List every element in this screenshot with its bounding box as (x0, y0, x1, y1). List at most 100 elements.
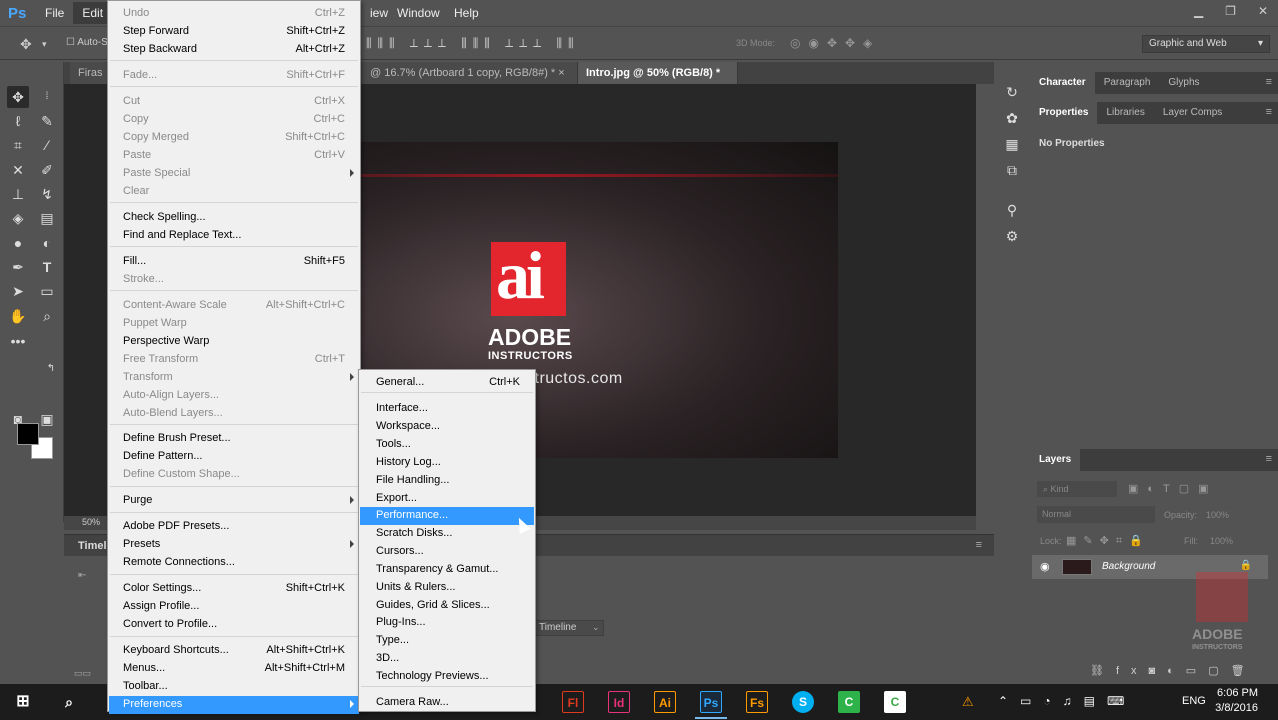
menu-item-paste-special[interactable]: Paste Special (109, 165, 359, 183)
menu-item-puppet-warp[interactable]: Puppet Warp (109, 315, 359, 333)
quick-select-tool-icon[interactable]: ✎ (36, 110, 58, 132)
foreground-color-swatch[interactable] (17, 423, 39, 445)
menu-item-adobe-pdf-presets[interactable]: Adobe PDF Presets... (109, 518, 359, 536)
rectangle-tool-icon[interactable]: ▭ (36, 280, 58, 302)
first-frame-icon[interactable]: ⇤ (78, 570, 86, 581)
menu-item-stroke[interactable]: Stroke... (109, 271, 359, 289)
workspace-select[interactable]: Graphic and Web ▾ (1142, 35, 1270, 53)
menu-item-keyboard-shortcuts[interactable]: Keyboard Shortcuts... Alt+Shift+Ctrl+K (109, 642, 359, 660)
zoom-level[interactable]: 50% (76, 516, 106, 528)
layer-action-icons[interactable]: ⛓fx◙◐▭▢🗑 (1090, 664, 1257, 677)
menu-item-copy[interactable]: Copy Ctrl+C (109, 111, 359, 129)
layer-name[interactable]: Background (1102, 561, 1155, 572)
tab-layer-comps[interactable]: Layer Comps (1154, 102, 1231, 124)
dodge-tool-icon[interactable]: ◐ (36, 232, 58, 254)
pref-item-units-rulers[interactable]: Units & Rulers... (360, 579, 534, 597)
artboard-tool-icon[interactable]: ⁞ (36, 86, 58, 108)
doc-tab-artboard[interactable]: @ 16.7% (Artboard 1 copy, RGB/8#) * × (362, 62, 578, 84)
menu-item-convert-to-profile[interactable]: Convert to Profile... (109, 616, 359, 634)
fill-value[interactable]: 100% (1210, 536, 1233, 546)
eraser-tool-icon[interactable]: ◈ (7, 207, 29, 229)
tab-properties[interactable]: Properties (1030, 102, 1098, 124)
pref-item-history-log[interactable]: History Log... (360, 454, 534, 472)
menu-item-step-backward[interactable]: Step Backward Alt+Ctrl+Z (109, 41, 359, 59)
color-wheel-icon[interactable]: ✿ (1002, 108, 1022, 128)
menu-item-clear[interactable]: Clear (109, 183, 359, 201)
lasso-tool-icon[interactable]: ℓ (7, 110, 29, 132)
pref-item-camera-raw[interactable]: Camera Raw... (360, 694, 534, 712)
panel-menu-icon[interactable]: ≡ (1266, 76, 1272, 88)
menu-item-purge[interactable]: Purge (109, 492, 359, 510)
language-indicator[interactable]: ENG (1182, 695, 1206, 707)
layer-kind-filter[interactable]: ⌕ Kind (1037, 481, 1117, 497)
menu-item-undo[interactable]: Undo Ctrl+Z (109, 5, 359, 23)
path-select-tool-icon[interactable]: ➤ (7, 280, 29, 302)
menu-item-define-pattern[interactable]: Define Pattern... (109, 448, 359, 466)
notification-alert-icon[interactable]: ⚠ (962, 694, 974, 710)
pref-item-3d[interactable]: 3D... (360, 650, 534, 668)
menu-help[interactable]: Help (445, 2, 488, 24)
minimize-icon[interactable]: ▁ (1194, 4, 1203, 18)
windows-start-icon[interactable]: ⊞ (12, 691, 34, 713)
pref-item-plug-ins[interactable]: Plug-Ins... (360, 614, 534, 632)
camtasia-recorder-app-icon[interactable]: C (884, 691, 906, 713)
chevron-down-icon[interactable]: ⌄ (592, 622, 600, 633)
doc-tab-firas[interactable]: Firas (70, 62, 110, 84)
doc-tab-intro[interactable]: Intro.jpg @ 50% (RGB/8) * × (578, 62, 738, 101)
brush-tool-icon[interactable]: ✐ (36, 159, 58, 181)
pref-item-type[interactable]: Type... (360, 632, 534, 650)
menu-item-copy-merged[interactable]: Copy Merged Shift+Ctrl+C (109, 129, 359, 147)
menu-item-paste[interactable]: Paste Ctrl+V (109, 147, 359, 165)
close-icon[interactable]: × (558, 67, 564, 79)
tab-character[interactable]: Character (1030, 72, 1095, 94)
menu-item-fill[interactable]: Fill... Shift+F5 (109, 253, 359, 271)
menu-item-preferences[interactable]: Preferences (109, 696, 359, 714)
crop-tool-icon[interactable]: ⌗ (7, 134, 29, 156)
menu-item-auto-align-layers[interactable]: Auto-Align Layers... (109, 387, 359, 405)
pref-item-technology-previews[interactable]: Technology Previews... (360, 668, 534, 686)
restore-icon[interactable]: ❐ (1225, 4, 1236, 18)
menu-item-menus[interactable]: Menus... Alt+Shift+Ctrl+M (109, 660, 359, 678)
illustrator-app-icon[interactable]: Ai (654, 691, 676, 713)
pref-item-file-handling[interactable]: File Handling... (360, 472, 534, 490)
menu-item-find-and-replace-text[interactable]: Find and Replace Text... (109, 227, 359, 245)
menu-file[interactable]: File (36, 2, 73, 24)
lock-icon[interactable]: 🔒 (1240, 560, 1252, 571)
pref-item-performance[interactable]: Performance... (360, 507, 534, 525)
menu-item-cut[interactable]: Cut Ctrl+X (109, 93, 359, 111)
layer-filter-icons[interactable]: ▣◐T▢▣ (1128, 482, 1218, 495)
search-icon[interactable]: ⌕ (58, 691, 80, 713)
blur-tool-icon[interactable]: ● (7, 232, 29, 254)
align-icons[interactable]: ⫼⫼⫼ ⊥⊥⊥ ⫼⫼⫼ ⊥⊥⊥ ⫼⫼ (366, 36, 580, 51)
menu-item-free-transform[interactable]: Free Transform Ctrl+T (109, 351, 359, 369)
pref-item-workspace[interactable]: Workspace... (360, 418, 534, 436)
gradient-tool-icon[interactable]: ▤ (36, 207, 58, 229)
menu-item-step-forward[interactable]: Step Forward Shift+Ctrl+Z (109, 23, 359, 41)
pref-item-cursors[interactable]: Cursors... (360, 543, 534, 561)
timeline-options-icon[interactable]: ▭▭ (74, 668, 91, 679)
menu-item-color-settings[interactable]: Color Settings... Shift+Ctrl+K (109, 580, 359, 598)
panel-menu-icon[interactable]: ≡ (1266, 453, 1272, 465)
history-brush-icon[interactable]: ↯ (36, 183, 58, 205)
type-tool-icon[interactable]: T (36, 256, 58, 278)
opacity-value[interactable]: 100% (1206, 510, 1229, 520)
indesign-app-icon[interactable]: Id (608, 691, 630, 713)
flash-app-icon[interactable]: Fl (562, 691, 584, 713)
hand-tool-icon[interactable]: ✋ (7, 305, 29, 327)
pref-item-general[interactable]: General... Ctrl+K (360, 374, 534, 392)
menu-item-transform[interactable]: Transform (109, 369, 359, 387)
brush-settings-icon[interactable]: ⚙ (1002, 226, 1022, 246)
zoom-tool-icon[interactable]: ⌕ (36, 305, 58, 327)
tab-libraries[interactable]: Libraries (1097, 102, 1153, 124)
menu-item-remote-connections[interactable]: Remote Connections... (109, 554, 359, 572)
menu-item-presets[interactable]: Presets (109, 536, 359, 554)
auto-select-checkbox[interactable]: ☐ Auto-S (66, 37, 108, 48)
pref-item-export[interactable]: Export... (360, 490, 534, 508)
menu-item-assign-profile[interactable]: Assign Profile... (109, 598, 359, 616)
menu-item-toolbar[interactable]: Toolbar... (109, 678, 359, 696)
history-icon[interactable]: ↻ (1002, 82, 1022, 102)
menu-item-check-spelling[interactable]: Check Spelling... (109, 209, 359, 227)
tab-layers[interactable]: Layers (1030, 449, 1081, 471)
more-tools-icon[interactable]: ••• (7, 330, 29, 352)
swap-colors-icon[interactable]: ↰ (40, 358, 62, 380)
